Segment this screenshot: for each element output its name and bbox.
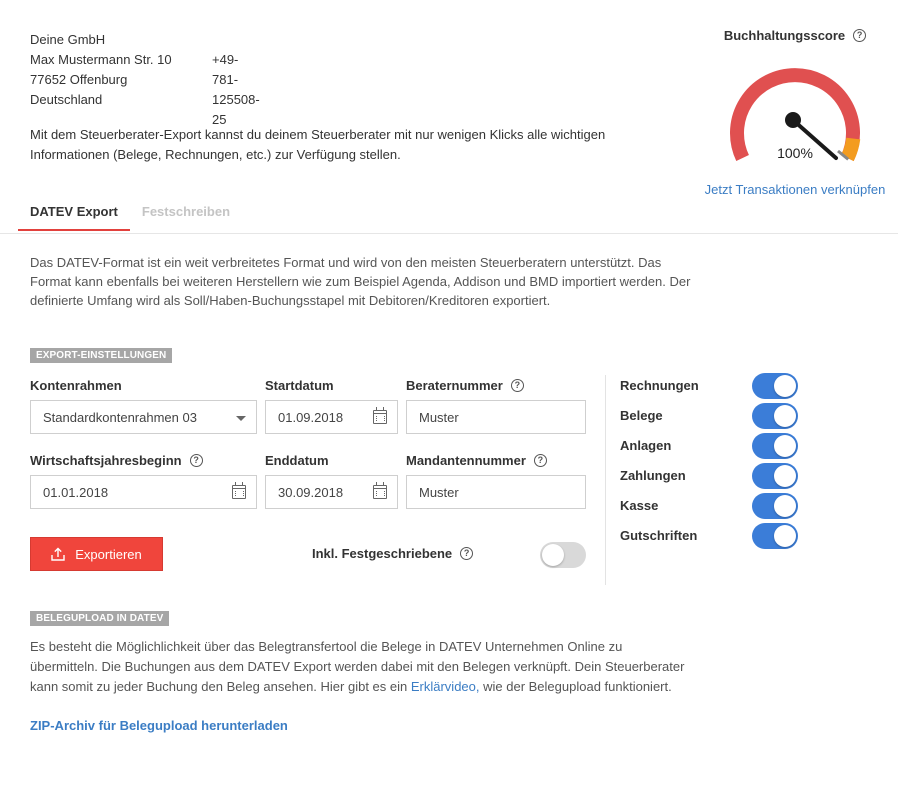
- toggle-festgeschriebene[interactable]: [540, 542, 586, 568]
- company-info: Deine GmbH Max Mustermann Str. 10 77652 …: [30, 30, 260, 127]
- tab-festschreiben[interactable]: Festschreiben: [130, 190, 242, 231]
- enddatum-input[interactable]: 30.09.2018: [265, 475, 398, 509]
- toggle-kasse[interactable]: [752, 493, 798, 519]
- company-name: Deine GmbH: [30, 32, 106, 47]
- tab-datev-export[interactable]: DATEV Export: [18, 190, 130, 231]
- section-export-settings: EXPORT-EINSTELLUNGEN: [30, 348, 173, 363]
- toggle-rechnungen[interactable]: [752, 373, 798, 399]
- startdatum-label: Startdatum: [265, 378, 334, 393]
- enddatum-label: Enddatum: [265, 453, 329, 468]
- toggle-gutschriften[interactable]: [752, 523, 798, 549]
- score-title: Buchhaltungsscore: [723, 28, 846, 43]
- company-street: Max Mustermann Str. 10: [30, 52, 172, 67]
- gauge-hub: [785, 112, 801, 128]
- score-value: 100%: [777, 145, 813, 161]
- export-button[interactable]: Exportieren: [30, 537, 163, 571]
- divider: [605, 375, 606, 585]
- gutschriften-label: Gutschriften: [620, 528, 698, 543]
- company-city: 77652 Offenburg: [30, 72, 128, 87]
- datev-description: Das DATEV-Format ist ein weit verbreitet…: [30, 255, 691, 308]
- link-zip-download[interactable]: ZIP-Archiv für Belegupload herunterladen: [30, 718, 288, 733]
- kontenrahmen-label: Kontenrahmen: [30, 378, 122, 393]
- belege-label: Belege: [620, 408, 663, 423]
- toggle-belege[interactable]: [752, 403, 798, 429]
- beraternummer-input[interactable]: Muster: [406, 400, 586, 434]
- tab-bar: DATEV Export Festschreiben: [18, 190, 242, 231]
- belegupload-text: Es besteht die Möglichlichkeit über das …: [30, 639, 685, 694]
- tab-divider: [0, 233, 898, 234]
- zahlungen-label: Zahlungen: [620, 468, 686, 483]
- mandantennummer-input[interactable]: Muster: [406, 475, 586, 509]
- calendar-icon[interactable]: [373, 410, 387, 424]
- company-country: Deutschland: [30, 92, 103, 107]
- company-phone: +49-781-125508-25: [212, 52, 260, 127]
- startdatum-input[interactable]: 01.09.2018: [265, 400, 398, 434]
- intro-text: Mit dem Steuerberater-Export kannst du d…: [30, 127, 606, 162]
- chevron-down-icon: [236, 416, 246, 421]
- help-icon[interactable]: ?: [533, 454, 547, 467]
- beraternummer-label: Beraternummer ?: [406, 378, 524, 393]
- festgeschriebene-label: Inkl. Festgeschriebene ?: [312, 546, 474, 561]
- toggle-anlagen[interactable]: [752, 433, 798, 459]
- upload-icon: [51, 547, 65, 561]
- kontenrahmen-select[interactable]: Standardkontenrahmen 03: [30, 400, 257, 434]
- calendar-icon[interactable]: [232, 485, 246, 499]
- calendar-icon[interactable]: [373, 485, 387, 499]
- help-icon[interactable]: ?: [510, 379, 524, 392]
- kasse-label: Kasse: [620, 498, 659, 513]
- help-icon[interactable]: ?: [189, 454, 203, 467]
- mandantennummer-label: Mandantennummer ?: [406, 453, 547, 468]
- section-belegupload: BELEGUPLOAD IN DATEV: [30, 611, 170, 626]
- anlagen-label: Anlagen: [620, 438, 672, 453]
- rechnungen-label: Rechnungen: [620, 378, 699, 393]
- link-transactions[interactable]: Jetzt Transaktionen verknüpfen: [700, 180, 890, 200]
- wirtschaftsjahr-input[interactable]: 01.01.2018: [30, 475, 257, 509]
- help-icon[interactable]: ?: [460, 547, 474, 560]
- link-erklaervideo[interactable]: Erklärvideo,: [411, 679, 480, 694]
- help-icon[interactable]: ?: [853, 29, 867, 42]
- score-header: Buchhaltungsscore ?: [700, 28, 890, 43]
- score-widget: Buchhaltungsscore ? 100% Jetzt Transakti…: [700, 28, 890, 197]
- wirtschaftsjahr-label: Wirtschaftsjahresbeginn ?: [30, 453, 203, 468]
- toggle-zahlungen[interactable]: [752, 463, 798, 489]
